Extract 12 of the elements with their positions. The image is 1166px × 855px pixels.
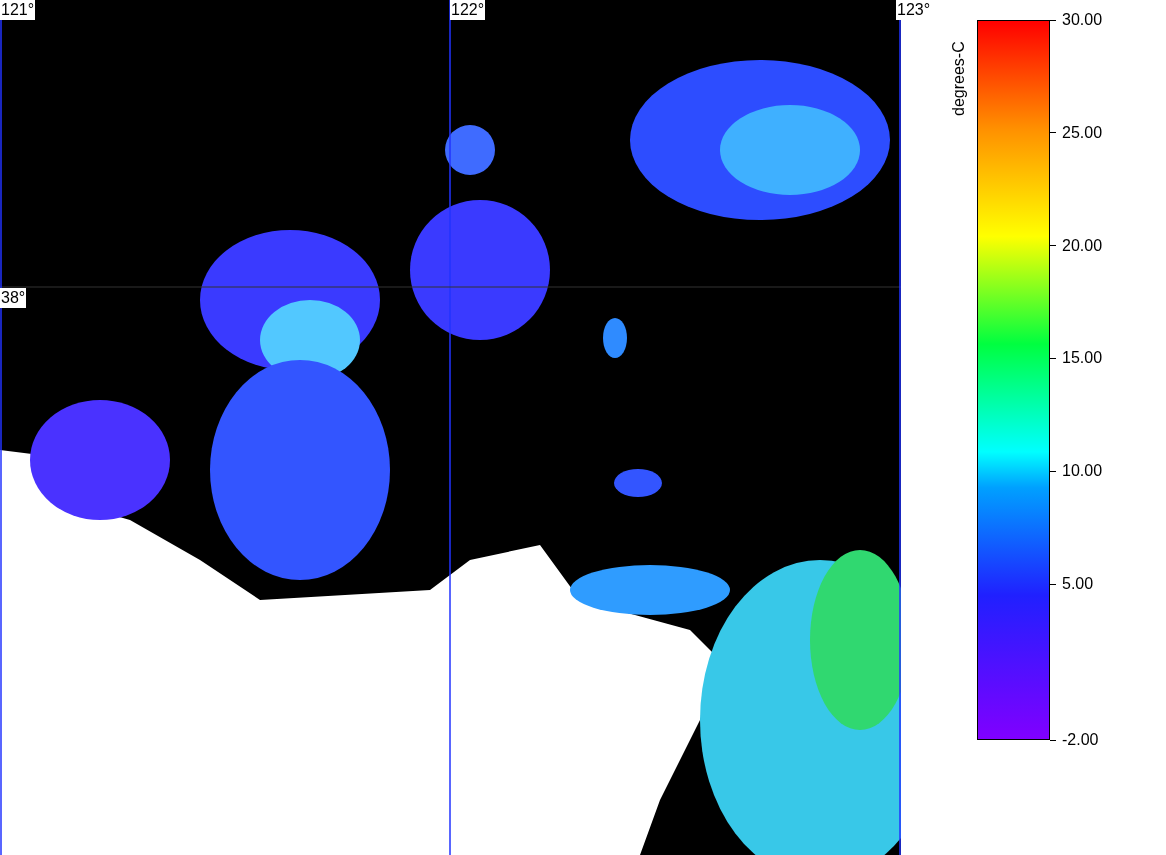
- colorbar-tick-label: 25.00: [1062, 122, 1103, 143]
- longitude-label: 123°: [896, 0, 932, 20]
- colorbar-title: degrees-C: [949, 40, 968, 116]
- longitude-label: 122°: [450, 0, 486, 20]
- longitude-label: 121°: [0, 0, 36, 20]
- colorbar-tick-label: 5.00: [1062, 574, 1094, 594]
- latitude-label: 38°: [0, 288, 27, 308]
- colorbar-tick-label: 30.00: [1062, 10, 1103, 30]
- colorbar-tick-label: -2.00: [1062, 730, 1099, 750]
- colorbar-tick-label: 15.00: [1062, 348, 1103, 369]
- colorbar-tick-label: 20.00: [1062, 235, 1103, 256]
- colorbar-tick-label: 10.00: [1062, 461, 1103, 482]
